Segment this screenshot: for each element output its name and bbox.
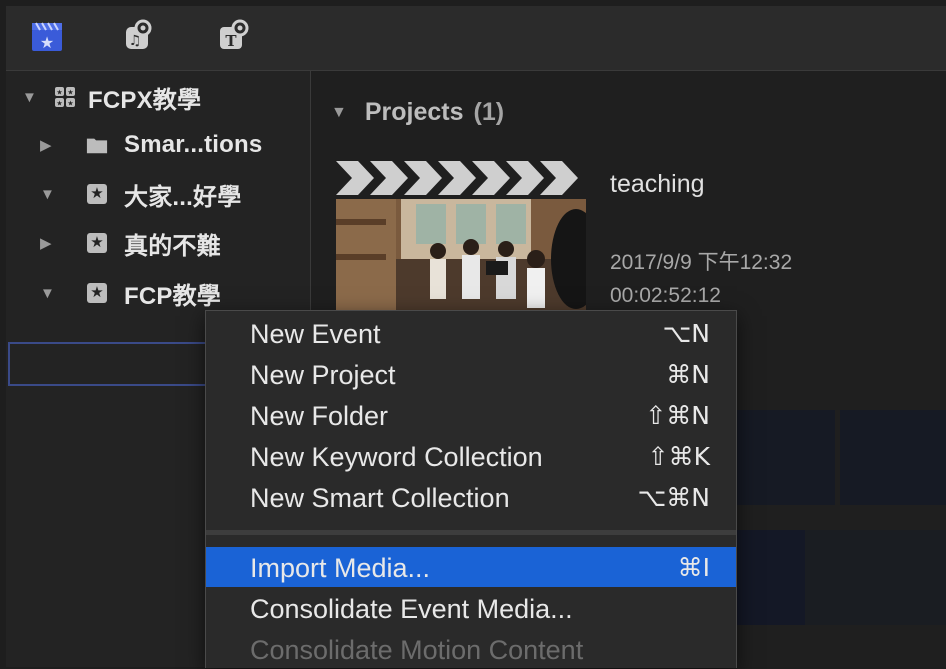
svg-text:★: ★ [67, 100, 73, 108]
event-star-icon: ★ [86, 232, 108, 254]
clip-thumbnail[interactable] [805, 530, 946, 625]
menu-item-new-event[interactable]: New Event ⌥N [206, 313, 736, 353]
sidebar-item-label: FCP教學 [124, 282, 221, 310]
project-clapper-icon[interactable] [336, 157, 586, 199]
sidebar-item-label: FCPX教學 [88, 86, 202, 114]
clip-thumbnail[interactable] [735, 410, 835, 505]
svg-text:♫: ♫ [129, 33, 142, 49]
project-name[interactable]: teaching [610, 170, 705, 199]
svg-text:★: ★ [56, 89, 62, 97]
photos-audio-icon[interactable]: ♫ [118, 19, 156, 55]
disclosure-triangle-icon[interactable]: ▶ [40, 136, 52, 154]
projects-section-header[interactable]: ▼ Projects (1) [331, 98, 504, 127]
svg-text:T: T [225, 32, 237, 50]
clip-thumbnail[interactable] [735, 530, 805, 625]
sidebar-item-smart-collections[interactable]: ▶ Smar...tions [6, 125, 310, 165]
shortcut-label: ⌥N [662, 319, 710, 348]
library-icon: ★ ★ ★ ★ [54, 86, 76, 108]
event-star-icon: ★ [86, 183, 108, 205]
project-thumbnail[interactable] [336, 199, 586, 317]
sidebar-item-label: 大家...好學 [124, 183, 242, 211]
disclosure-triangle-icon[interactable]: ▼ [40, 186, 55, 203]
project-date: 2017/9/9 下午12:32 [610, 251, 793, 274]
menu-separator [206, 530, 736, 535]
shortcut-label: ⇧⌘N [645, 401, 710, 430]
titles-generators-icon[interactable]: T [214, 19, 252, 55]
event-star-icon: ★ [86, 282, 108, 304]
sidebar-item-event[interactable]: ▶ ★ 真的不難 [6, 223, 310, 263]
svg-text:★: ★ [40, 33, 54, 52]
menu-item-new-project[interactable]: New Project ⌘N [206, 354, 736, 394]
svg-text:★: ★ [67, 89, 73, 97]
shortcut-label: ⌘I [677, 553, 710, 582]
disclosure-triangle-icon[interactable]: ▼ [22, 89, 37, 106]
sidebar-item-event-selected[interactable]: ▼ ★ FCP教學 [6, 273, 310, 313]
menu-item-import-media[interactable]: Import Media... ⌘I [206, 547, 736, 587]
menu-item-new-smart-collection[interactable]: New Smart Collection ⌥⌘N [206, 477, 736, 517]
shortcut-label: ⌘N [666, 360, 710, 389]
sidebar-item-label: Smar...tions [124, 131, 263, 158]
folder-icon [86, 134, 108, 156]
menu-item-new-keyword-collection[interactable]: New Keyword Collection ⇧⌘K [206, 436, 736, 476]
projects-count: (1) [473, 98, 505, 126]
sidebar-item-event[interactable]: ▼ ★ 大家...好學 [6, 174, 310, 214]
svg-text:★: ★ [56, 100, 62, 108]
menu-item-consolidate-motion-content: Consolidate Motion Content [250, 635, 584, 665]
disclosure-triangle-icon[interactable]: ▼ [331, 104, 347, 121]
menu-item-new-folder[interactable]: New Folder ⇧⌘N [206, 395, 736, 435]
browser-toolbar: ★ ♫ T [6, 6, 946, 71]
sidebar-item-library[interactable]: ▼ ★ ★ ★ ★ FCPX教學 [6, 77, 310, 117]
disclosure-triangle-icon[interactable]: ▼ [40, 285, 55, 302]
sidebar-item-label: 真的不難 [124, 232, 221, 260]
project-duration: 00:02:52:12 [610, 284, 721, 307]
clip-thumbnail[interactable] [840, 410, 946, 505]
libraries-icon[interactable]: ★ [28, 19, 66, 55]
context-menu: New Event ⌥N New Project ⌘N New Folder ⇧… [205, 310, 737, 668]
shortcut-label: ⌥⌘N [637, 483, 710, 512]
menu-item-consolidate-event-media[interactable]: Consolidate Event Media... [206, 588, 736, 628]
disclosure-triangle-icon[interactable]: ▶ [40, 234, 52, 252]
shortcut-label: ⇧⌘K [647, 442, 710, 471]
projects-title: Projects [364, 98, 464, 126]
